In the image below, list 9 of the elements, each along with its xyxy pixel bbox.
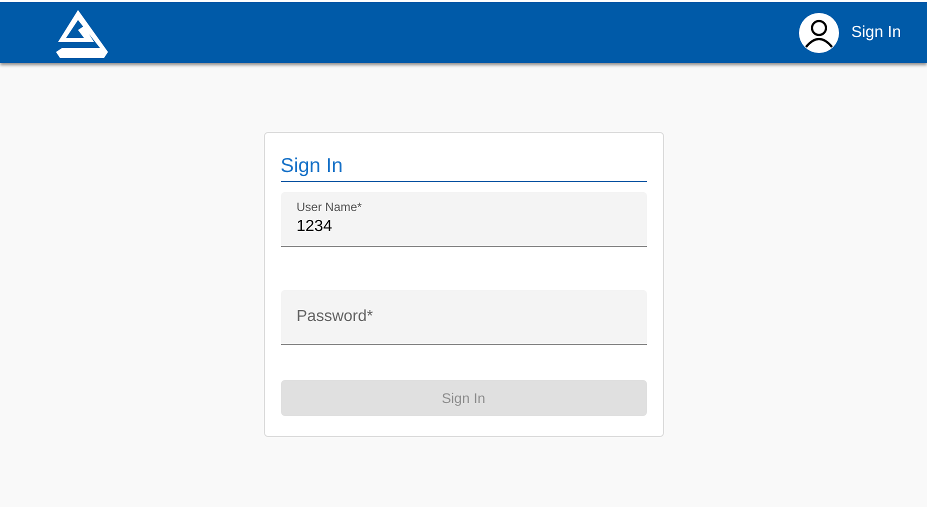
- sign-in-link[interactable]: Sign In: [851, 20, 901, 44]
- field-label: Password*: [296, 307, 374, 327]
- card-title: Sign In: [280, 152, 646, 182]
- field-label: User Name*: [296, 199, 363, 215]
- user-avatar-icon[interactable]: [799, 12, 840, 52]
- text-field[interactable]: User Name* 1234: [280, 192, 646, 247]
- logo-icon: [54, 8, 110, 58]
- text-field[interactable]: Password*: [280, 290, 646, 345]
- field-value: 1234: [296, 217, 334, 237]
